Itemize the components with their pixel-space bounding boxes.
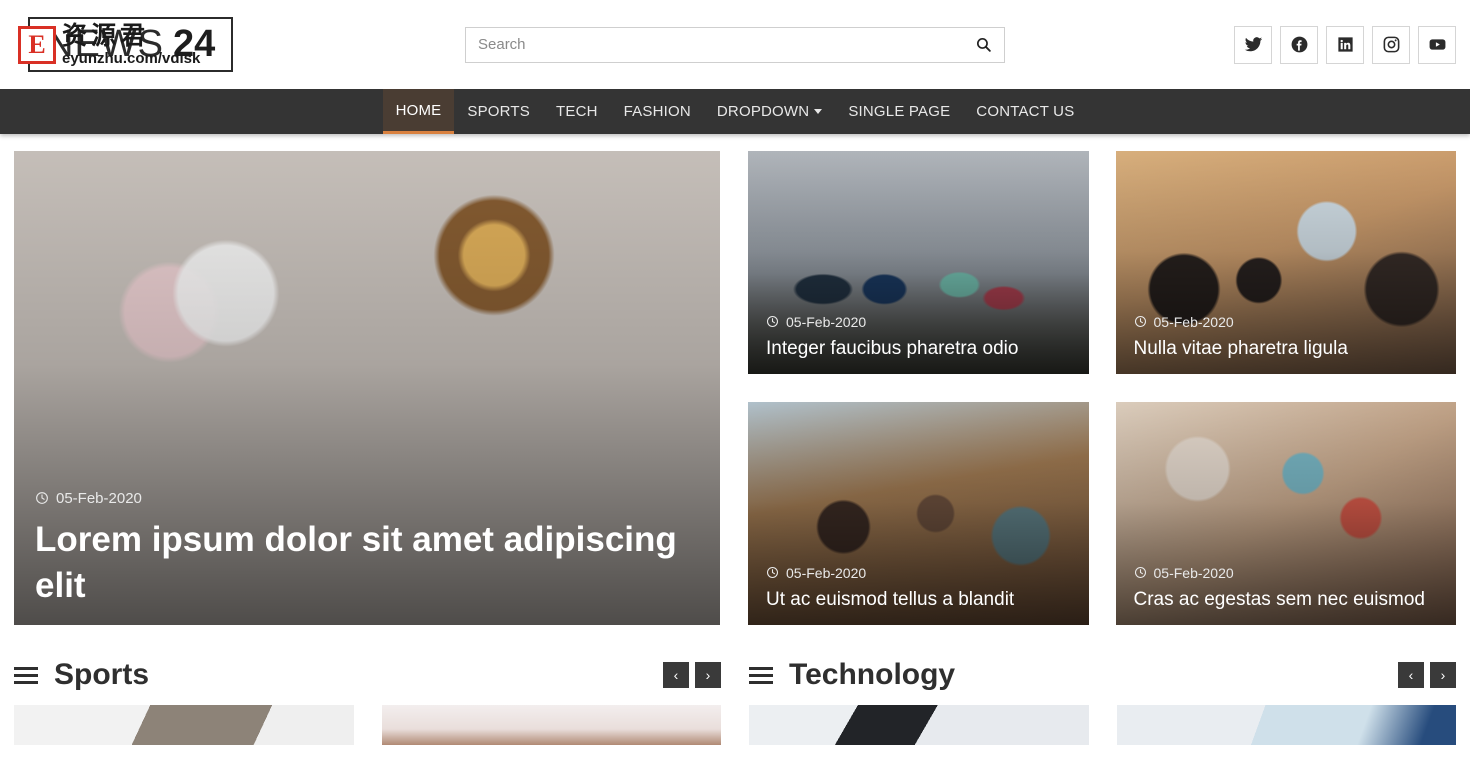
article-card-meta: 05-Feb-2020 Ut ac euismod tellus a bland…: [766, 565, 1071, 613]
date-text: 05-Feb-2020: [56, 489, 142, 507]
clock-icon: [766, 567, 779, 579]
search-button[interactable]: [975, 36, 992, 53]
carousel-next-button[interactable]: ›: [695, 662, 721, 688]
featured-grid: 05-Feb-2020 Lorem ipsum dolor sit amet a…: [0, 134, 1470, 625]
article-card[interactable]: 05-Feb-2020 Ut ac euismod tellus a bland…: [748, 402, 1089, 625]
nav-item-dropdown[interactable]: DROPDOWN: [704, 89, 835, 134]
date-text: 05-Feb-2020: [786, 313, 867, 330]
carousel-prev-button[interactable]: ‹: [663, 662, 689, 688]
clock-icon: [36, 492, 48, 505]
section-title: Sports: [54, 658, 150, 691]
nav-label: CONTACT US: [976, 103, 1075, 120]
date-text: 05-Feb-2020: [1153, 564, 1234, 581]
article-card-title: Integer faucibus pharetra odio: [766, 337, 1019, 359]
nav-item-fashion[interactable]: FASHION: [611, 89, 704, 134]
article-card-date: 05-Feb-2020: [1134, 565, 1439, 581]
social-link-instagram[interactable]: [1372, 25, 1410, 64]
nav-item-sports[interactable]: SPORTS: [454, 89, 543, 134]
logo-number: 24: [173, 23, 216, 65]
instagram-icon: [1383, 36, 1399, 53]
clock-icon: [766, 316, 779, 328]
featured-article-meta: 05-Feb-2020 Lorem ipsum dolor sit amet a…: [35, 490, 699, 609]
site-header: NEWS 24 E 资源君 eyunzhu.com/vdisk: [0, 0, 1470, 89]
article-cards: 05-Feb-2020 Integer faucibus pharetra od…: [748, 151, 1456, 625]
nav-label: TECH: [556, 103, 598, 120]
nav-item-contact-us[interactable]: CONTACT US: [963, 89, 1087, 134]
carousel-controls: ‹ ›: [663, 662, 721, 688]
social-link-linkedin[interactable]: [1326, 25, 1364, 64]
nav-label: SPORTS: [467, 103, 530, 120]
article-card[interactable]: 05-Feb-2020 Nulla vitae pharetra ligula: [1115, 151, 1456, 374]
hamburger-icon[interactable]: [14, 666, 38, 684]
logo-word: NEWS: [46, 23, 164, 65]
section-thumbnails: [14, 705, 721, 745]
site-logo[interactable]: NEWS 24 E 资源君 eyunzhu.com/vdisk: [18, 17, 234, 72]
clock-icon: [1134, 316, 1146, 328]
hamburger-icon[interactable]: [749, 666, 773, 684]
article-card-date: 05-Feb-2020: [766, 565, 1071, 581]
nav-label: FASHION: [623, 103, 691, 120]
thumbnail-item[interactable]: [14, 705, 354, 745]
linkedin-icon: [1337, 37, 1353, 52]
chevron-down-icon: [814, 109, 823, 114]
social-link-youtube[interactable]: [1418, 25, 1456, 64]
nav-item-tech[interactable]: TECH: [543, 89, 611, 134]
main-navigation: HOME SPORTS TECH FASHION DROPDOWN SINGLE…: [0, 89, 1470, 134]
article-card[interactable]: 05-Feb-2020 Cras ac egestas sem nec euis…: [1115, 402, 1456, 625]
section-title: Technology: [789, 658, 956, 691]
clock-icon: [1134, 567, 1146, 579]
nav-item-home[interactable]: HOME: [382, 89, 455, 134]
carousel-next-button[interactable]: ›: [1430, 662, 1456, 688]
carousel-prev-button[interactable]: ‹: [1398, 662, 1424, 688]
article-card-meta: 05-Feb-2020 Nulla vitae pharetra ligula: [1134, 314, 1439, 362]
search-bar[interactable]: [465, 26, 1005, 63]
logo-box: NEWS 24: [28, 17, 234, 72]
article-card-date: 05-Feb-2020: [1134, 314, 1439, 330]
section-thumbnails: [749, 705, 1456, 745]
social-links: [1234, 25, 1456, 64]
twitter-icon: [1244, 37, 1262, 52]
thumbnail-item[interactable]: [381, 705, 721, 745]
article-card[interactable]: 05-Feb-2020 Integer faucibus pharetra od…: [748, 151, 1089, 374]
article-card-title: Cras ac egestas sem nec euismod: [1133, 588, 1425, 610]
facebook-icon: [1291, 36, 1307, 53]
social-link-facebook[interactable]: [1280, 25, 1318, 64]
search-input[interactable]: [478, 36, 975, 53]
article-card-date: 05-Feb-2020: [766, 314, 1071, 330]
featured-article[interactable]: 05-Feb-2020 Lorem ipsum dolor sit amet a…: [14, 151, 720, 625]
article-card-title: Nulla vitae pharetra ligula: [1133, 337, 1348, 359]
thumbnail-item[interactable]: [749, 705, 1089, 745]
thumbnail-item[interactable]: [1116, 705, 1456, 745]
nav-label: HOME: [395, 101, 442, 119]
featured-article-title: Lorem ipsum dolor sit amet adipiscing el…: [35, 519, 677, 605]
date-text: 05-Feb-2020: [786, 564, 867, 581]
category-sections: Sports ‹ › Technology ‹ ›: [0, 625, 1470, 745]
featured-article-date: 05-Feb-2020: [35, 490, 699, 507]
youtube-icon: [1429, 39, 1445, 50]
nav-label: SINGLE PAGE: [848, 103, 951, 120]
article-card-title: Ut ac euismod tellus a blandit: [766, 588, 1015, 610]
section-technology: Technology ‹ ›: [749, 653, 1456, 745]
article-card-meta: 05-Feb-2020 Cras ac egestas sem nec euis…: [1134, 565, 1439, 613]
section-header: Sports ‹ ›: [14, 653, 721, 697]
nav-items: HOME SPORTS TECH FASHION DROPDOWN SINGLE…: [382, 89, 1088, 134]
nav-label: DROPDOWN: [716, 103, 810, 120]
article-card-meta: 05-Feb-2020 Integer faucibus pharetra od…: [766, 314, 1071, 362]
search-icon: [976, 37, 991, 52]
social-link-twitter[interactable]: [1234, 25, 1272, 64]
section-sports: Sports ‹ ›: [14, 653, 721, 745]
section-header: Technology ‹ ›: [749, 653, 1456, 697]
carousel-controls: ‹ ›: [1398, 662, 1456, 688]
date-text: 05-Feb-2020: [1153, 313, 1234, 330]
nav-item-single-page[interactable]: SINGLE PAGE: [835, 89, 963, 134]
